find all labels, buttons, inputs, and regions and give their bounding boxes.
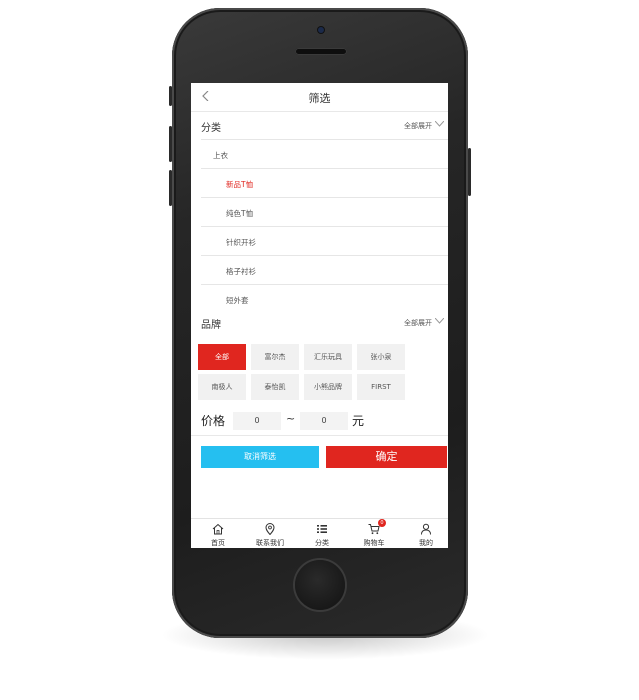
category-item-label: 纯色T恤 — [226, 209, 254, 218]
category-item-row[interactable]: 纯色T恤 — [201, 197, 448, 227]
chevron-down-icon[interactable] — [435, 318, 444, 324]
mute-switch — [169, 86, 172, 106]
nav-header: 筛选 — [191, 83, 448, 112]
category-item-label: 格子衬衫 — [226, 267, 256, 276]
volume-up-button — [169, 126, 172, 162]
brand-chip[interactable]: 南极人 — [198, 374, 246, 400]
tab-label: 分类 — [315, 539, 329, 547]
brand-chip[interactable]: FIRST — [357, 374, 405, 400]
tab-contact[interactable]: 联系我们 — [245, 519, 295, 548]
brand-section-header[interactable]: 品牌 全部展开 — [191, 309, 448, 337]
price-min-input[interactable]: 0 — [233, 412, 281, 430]
category-parent-row[interactable]: 上衣 — [201, 139, 448, 169]
bottom-tab-bar: 首页 联系我们 分类 0 购物车 我的 — [191, 518, 448, 548]
page-title: 筛选 — [308, 92, 331, 105]
brand-chip[interactable]: 小熊品牌 — [304, 374, 352, 400]
brand-chip[interactable]: 汇乐玩具 — [304, 344, 352, 370]
list-icon — [317, 525, 327, 533]
brand-label: 品牌 — [201, 320, 221, 331]
category-section-header[interactable]: 分类 全部展开 — [191, 112, 448, 140]
category-item-row[interactable]: 针织开衫 — [201, 226, 448, 256]
tab-profile[interactable]: 我的 — [401, 519, 448, 548]
category-item-label: 短外套 — [226, 296, 249, 305]
category-item-label: 新品T恤 — [226, 180, 254, 189]
user-icon — [421, 523, 431, 535]
category-item-row[interactable]: 新品T恤 — [201, 168, 448, 198]
location-pin-icon — [265, 523, 275, 535]
chevron-down-icon[interactable] — [435, 121, 444, 127]
tab-label: 首页 — [211, 539, 225, 547]
price-label: 价格 — [201, 414, 226, 428]
brand-chip[interactable]: 富尔杰 — [251, 344, 299, 370]
front-camera — [318, 27, 324, 33]
price-separator: ~ — [286, 412, 296, 425]
tab-label: 联系我们 — [256, 539, 284, 547]
category-parent-label: 上衣 — [213, 151, 228, 160]
tab-cart[interactable]: 0 购物车 — [349, 519, 399, 548]
category-expand-label[interactable]: 全部展开 — [404, 121, 432, 131]
brand-chip[interactable]: 泰怡凯 — [251, 374, 299, 400]
tab-label: 我的 — [419, 539, 433, 547]
brand-chip-all[interactable]: 全部 — [198, 344, 246, 370]
divider — [191, 435, 448, 436]
confirm-button[interactable]: 确定 — [326, 446, 447, 468]
brand-expand-label[interactable]: 全部展开 — [404, 318, 432, 328]
category-label: 分类 — [201, 123, 221, 134]
home-icon — [212, 523, 224, 535]
price-max-input[interactable]: 0 — [300, 412, 348, 430]
tab-label: 购物车 — [363, 539, 385, 547]
price-unit: 元 — [352, 414, 365, 428]
earpiece-speaker — [295, 48, 347, 55]
app-screen: 筛选 分类 全部展开 上衣 新品T恤 纯色T恤 针织开衫 格子衬衫 短外套 品牌… — [191, 83, 448, 548]
category-item-row[interactable]: 格子衬衫 — [201, 255, 448, 285]
category-item-label: 针织开衫 — [226, 238, 256, 247]
brand-chip[interactable]: 张小泉 — [357, 344, 405, 370]
volume-down-button — [169, 170, 172, 206]
tab-category[interactable]: 分类 — [297, 519, 347, 548]
power-button — [468, 148, 471, 196]
cart-badge: 0 — [378, 519, 386, 527]
cancel-filter-button[interactable]: 取消筛选 — [201, 446, 319, 468]
home-button — [295, 560, 345, 610]
tab-home[interactable]: 首页 — [193, 519, 243, 548]
